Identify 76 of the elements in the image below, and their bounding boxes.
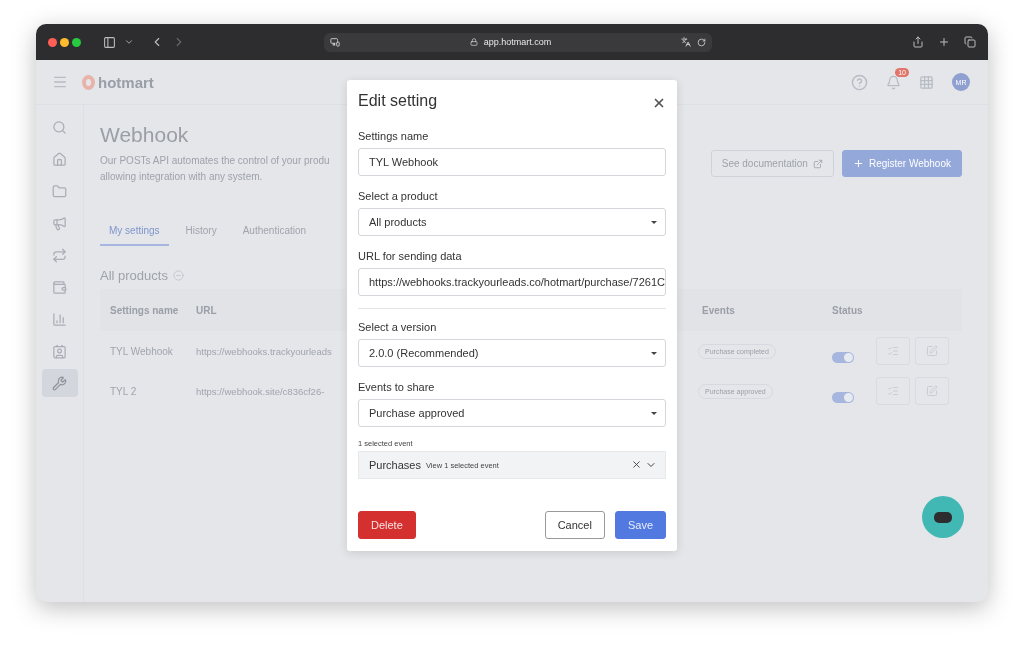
contact-card-icon (52, 343, 67, 359)
group-name: Purchases (369, 459, 421, 471)
new-tab-icon[interactable] (938, 36, 950, 48)
close-icon (652, 96, 666, 110)
caret-icon (651, 220, 657, 224)
table-cell-text: TYL 2 (109, 384, 137, 399)
input-field[interactable]: https://webhooks.trackyourleads.co/hotmart/purchase/7261C (358, 268, 666, 296)
table-cell-text: https://webhook.site/c836cf26- (195, 384, 325, 399)
dialog-title: Edit setting (358, 92, 438, 110)
menu-icon[interactable] (52, 74, 68, 90)
plus-icon (852, 158, 864, 169)
lock-icon (469, 38, 478, 46)
tabs-overview-icon[interactable] (964, 36, 976, 48)
edit-button[interactable] (915, 337, 949, 365)
exchange-icon (52, 247, 67, 263)
folder-icon (52, 183, 67, 199)
sidebar-item[interactable] (41, 369, 78, 397)
tools-icon (52, 375, 67, 391)
bar-chart-icon (52, 311, 67, 327)
select-field[interactable]: Purchase approved (358, 399, 666, 427)
caret-icon (651, 411, 657, 415)
close-button[interactable] (652, 96, 666, 110)
select-field[interactable]: All products (358, 208, 666, 236)
table-cell-text: TYL Webhook (109, 344, 173, 359)
chat-button[interactable] (922, 496, 964, 538)
section-title: All products (100, 268, 168, 283)
collapse-icon[interactable] (172, 270, 184, 281)
status-toggle[interactable] (832, 351, 854, 363)
bell-icon[interactable] (886, 74, 901, 90)
edit-button[interactable] (915, 377, 949, 405)
checklist-icon (887, 385, 899, 397)
url-text: app.hotmart.com (483, 37, 552, 47)
minimize-window-icon[interactable] (60, 37, 69, 47)
field-label: URL for sending data (358, 250, 463, 262)
search-icon (52, 119, 67, 135)
cancel-button[interactable]: Cancel (544, 511, 605, 539)
close-window-icon[interactable] (48, 37, 57, 47)
field-label: Events to share (358, 381, 436, 393)
field-label: Select a product (358, 190, 439, 202)
wallet-icon (52, 279, 67, 295)
sidebar-toggle-icon[interactable] (103, 35, 116, 49)
translate-icon[interactable] (681, 37, 691, 47)
megaphone-icon (52, 215, 67, 231)
column-header: Settings name (109, 303, 179, 318)
column-header: Status (831, 303, 863, 318)
description-text: allowing integration with any system. (100, 170, 264, 184)
select-field[interactable]: 2.0.0 (Recommended) (358, 339, 666, 367)
column-header: Events (701, 303, 735, 318)
page-title: Webhook (100, 123, 190, 147)
description-text: Our POSTs API automates the control of your produ (100, 154, 330, 168)
checklist-icon (887, 345, 899, 357)
page-menu-icon[interactable] (330, 37, 340, 47)
column-header: URL (195, 303, 217, 318)
status-toggle[interactable] (832, 391, 854, 403)
table-cell-text: https://webhooks.trackyourleads (195, 344, 332, 359)
field-label: Select a version (358, 321, 438, 333)
home-icon (52, 151, 67, 167)
input-field[interactable]: TYL Webhook (358, 148, 666, 176)
maximize-window-icon[interactable] (72, 37, 81, 47)
flame-logo-icon (82, 74, 95, 90)
clear-icon[interactable] (631, 459, 642, 470)
field-label: Settings name (358, 130, 430, 142)
pencil-icon (926, 385, 938, 397)
logo-text: hotmart (98, 73, 154, 91)
save-button[interactable]: Save (614, 511, 666, 539)
help-icon[interactable] (851, 73, 868, 91)
chat-bubble-icon (934, 511, 952, 523)
pencil-icon (926, 345, 938, 357)
apps-grid-icon[interactable] (919, 74, 934, 90)
chevron-down-icon[interactable] (124, 37, 134, 47)
delete-button[interactable]: Delete (358, 511, 416, 539)
external-link-icon (812, 158, 823, 169)
address-bar[interactable]: app.hotmart.com (324, 32, 712, 52)
share-icon[interactable] (912, 36, 924, 48)
caret-icon (651, 351, 657, 355)
reload-icon[interactable] (697, 37, 706, 47)
